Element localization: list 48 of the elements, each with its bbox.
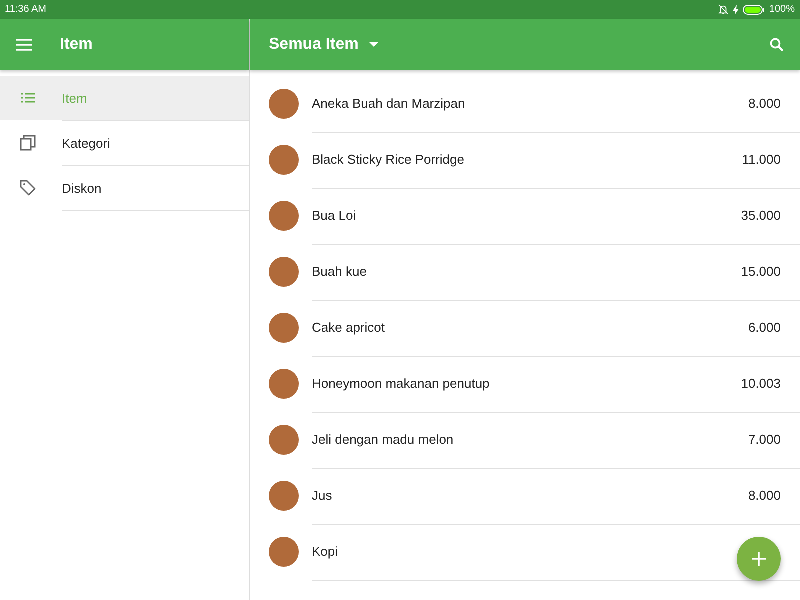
food-photo-placeholder	[269, 369, 299, 399]
tag-icon	[20, 180, 36, 196]
sidebar-item[interactable]: Diskon	[62, 165, 249, 211]
item-row[interactable]: Bua Loi 35.000	[250, 188, 800, 244]
item-price: 15.000	[741, 264, 781, 279]
item-row[interactable]: Jeli dengan madu melon 7.000	[250, 412, 800, 468]
status-time: 11:36 AM	[5, 4, 47, 15]
food-photo-placeholder	[269, 257, 299, 287]
food-photo-placeholder	[269, 481, 299, 511]
item-name: Jeli dengan madu melon	[312, 432, 454, 447]
item-name: Kopi	[312, 544, 338, 559]
item-row[interactable]: Cake apricot 6.000	[250, 300, 800, 356]
item-price: 8.000	[748, 96, 781, 111]
item-row[interactable]: Buah kue 15.000	[250, 244, 800, 300]
item-row[interactable]: Aneka Buah dan Marzipan 8.000	[250, 76, 800, 132]
item-price: 11.000	[742, 152, 781, 167]
item-name: Black Sticky Rice Porridge	[312, 152, 464, 167]
food-photo-placeholder	[269, 201, 299, 231]
food-photo-placeholder	[269, 425, 299, 455]
item-price: 7.000	[748, 432, 781, 447]
item-name: Honeymoon makanan penutup	[312, 376, 490, 391]
item-name: Cake apricot	[312, 320, 385, 335]
item-name: Aneka Buah dan Marzipan	[312, 96, 466, 111]
item-row[interactable]: Black Sticky Rice Porridge 11.000	[250, 132, 800, 188]
sidebar-title: Item	[60, 36, 93, 54]
food-photo-placeholder	[269, 89, 299, 119]
sidebar-item[interactable]: Kategori	[62, 120, 249, 165]
item-name: Buah kue	[312, 264, 367, 279]
item-price: 35.000	[741, 208, 781, 223]
item-price: 6.000	[748, 320, 781, 335]
plus-icon	[752, 552, 766, 566]
item-price: 10.003	[741, 376, 781, 391]
food-photo-placeholder	[269, 145, 299, 175]
add-button[interactable]	[737, 537, 781, 581]
item-row[interactable]: Honeymoon makanan penutup 10.003	[250, 356, 800, 412]
battery-icon	[743, 4, 766, 14]
item-name: Jus	[312, 488, 332, 503]
food-photo-placeholder	[269, 313, 299, 343]
battery-level: 100%	[769, 4, 795, 15]
charging-icon	[733, 4, 740, 14]
food-photo-placeholder	[269, 537, 299, 567]
item-price: 8.000	[748, 488, 781, 503]
list-icon	[21, 93, 35, 103]
notifications-off-icon	[718, 4, 730, 15]
stacked-squares-icon	[20, 135, 36, 151]
caret-icon	[368, 42, 379, 47]
item-row[interactable]: Jus 8.000	[250, 468, 800, 524]
item-name: Bua Loi	[312, 208, 356, 223]
